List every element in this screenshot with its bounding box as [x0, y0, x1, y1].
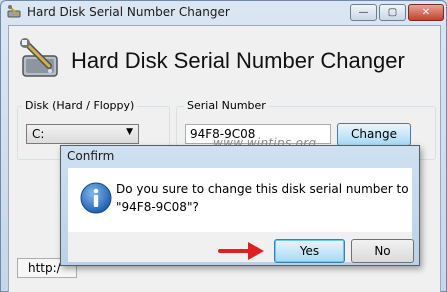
maximize-button[interactable]: ▢ [379, 4, 406, 21]
app-icon [7, 5, 21, 18]
disk-group-label: Disk (Hard / Floppy) [22, 99, 138, 112]
title-bar[interactable]: Hard Disk Serial Number Changer — ▢ ✕ [1, 1, 446, 25]
red-arrow-icon [218, 242, 264, 260]
window-title: Hard Disk Serial Number Changer [27, 5, 230, 19]
dialog-message-line-2: "94F8-9C08"? [116, 200, 199, 214]
chevron-down-icon: ▼ [126, 127, 133, 137]
yes-button[interactable]: Yes [274, 239, 345, 263]
dialog-title: Confirm [67, 149, 115, 163]
minimize-button[interactable]: — [350, 4, 377, 21]
dialog-message-line-1: Do you sure to change this disk serial n… [116, 182, 409, 196]
disk-select-value: C: [32, 127, 45, 141]
info-icon [80, 182, 112, 214]
disk-select[interactable]: C: ▼ [26, 124, 139, 144]
close-button[interactable]: ✕ [408, 4, 444, 21]
no-button[interactable]: No [351, 239, 414, 263]
hard-disk-wrench-icon [20, 38, 58, 77]
app-heading: Hard Disk Serial Number Changer [71, 48, 405, 73]
change-button[interactable]: Change [337, 123, 411, 146]
serial-group-label: Serial Number [184, 99, 269, 112]
dialog-body: Do you sure to change this disk serial n… [68, 168, 412, 232]
